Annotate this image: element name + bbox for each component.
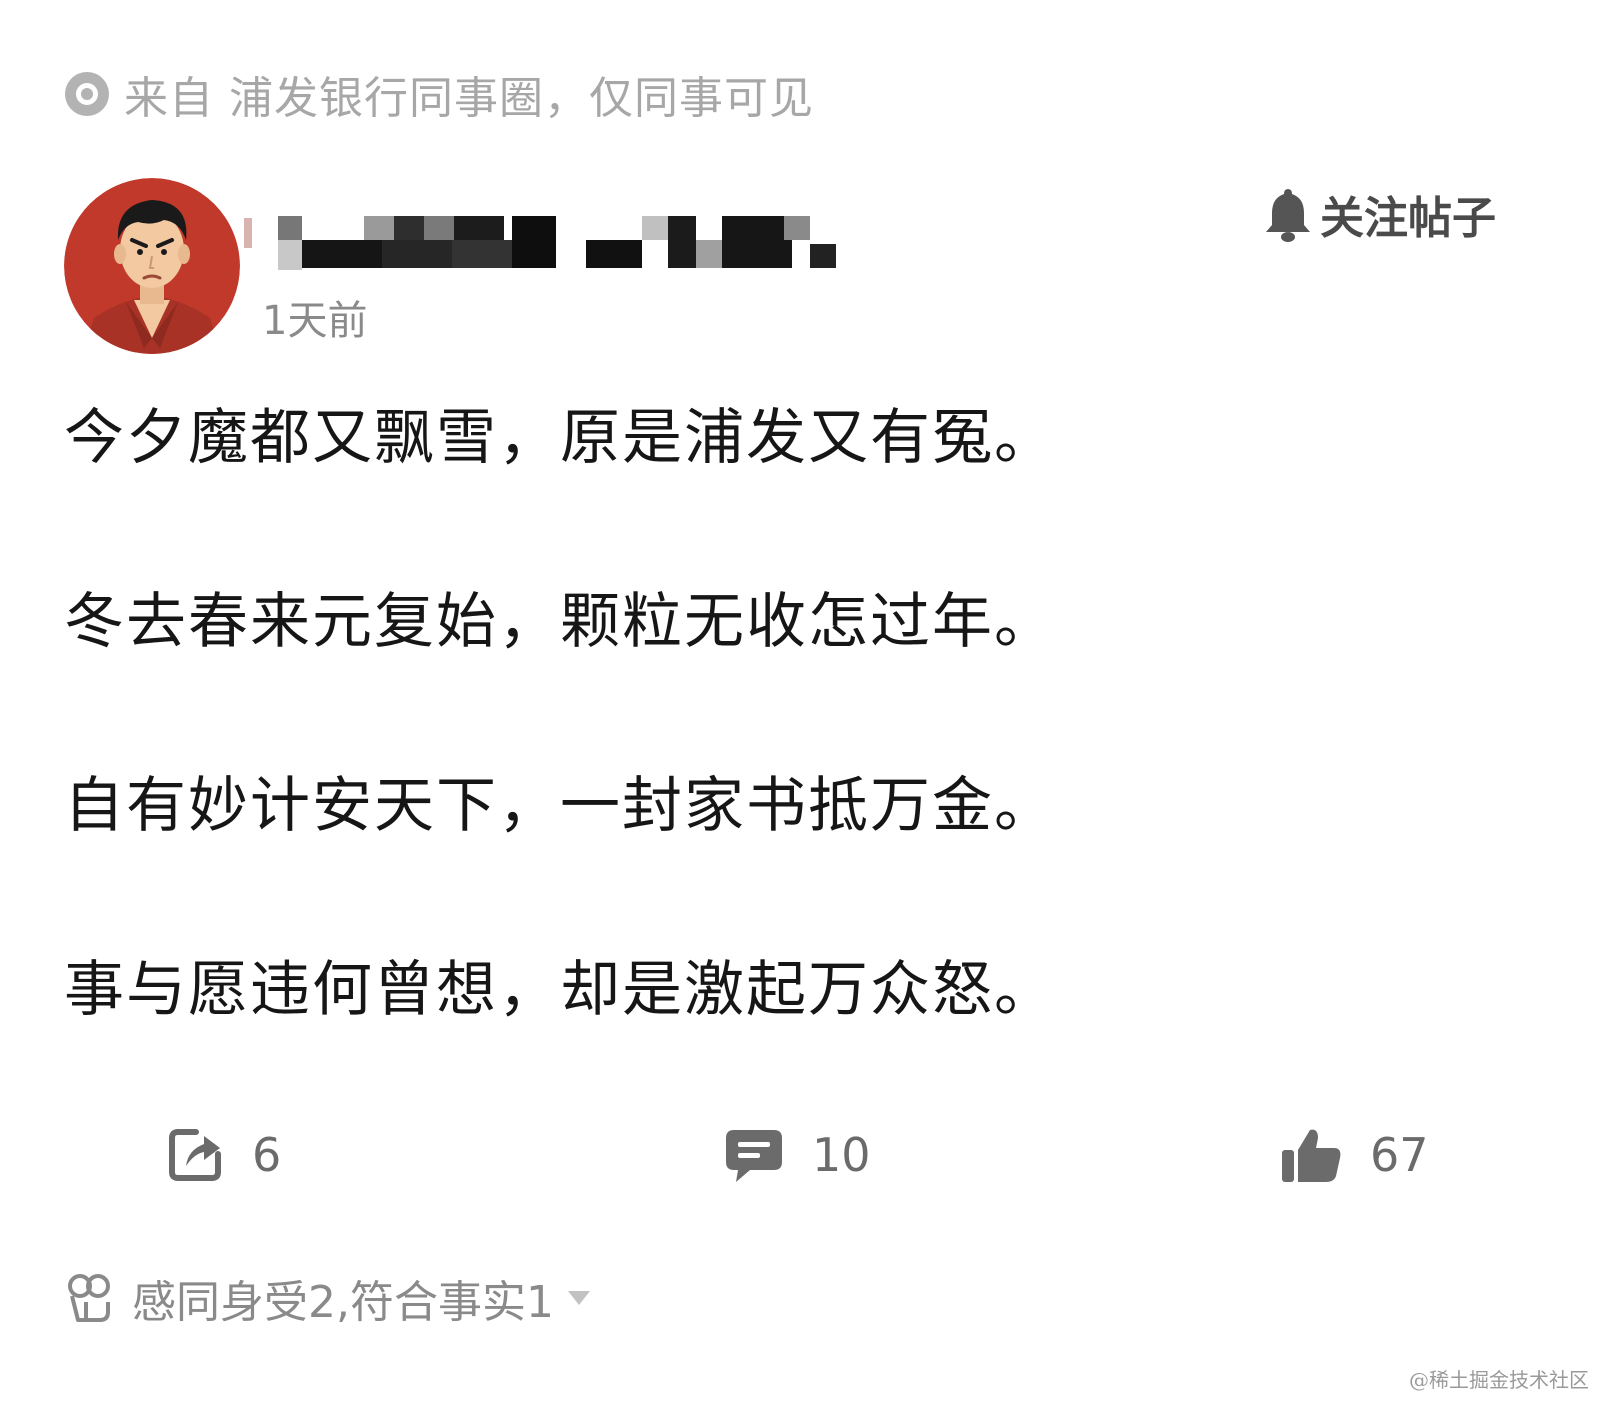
circle-dot-icon bbox=[65, 72, 109, 116]
watermark: @稀土掘金技术社区 bbox=[1409, 1368, 1589, 1392]
poem-line-2: 冬去春来元复始，颗粒无收怎过年。 bbox=[64, 587, 1056, 657]
comment-count: 10 bbox=[812, 1128, 871, 1182]
visibility-source: 来自 浦发银行同事圈，仅同事可见 bbox=[64, 62, 814, 126]
post-time: 1天前 bbox=[262, 298, 368, 344]
post-content: 今夕魔都又飘雪，原是浦发又有冤。 冬去春来元复始，颗粒无收怎过年。 自有妙计安天… bbox=[64, 398, 1264, 1134]
like-count: 67 bbox=[1370, 1128, 1429, 1182]
reactions-summary[interactable]: 感同身受2,符合事实1 bbox=[64, 1266, 592, 1330]
action-bar: 6 10 67 bbox=[0, 1120, 1607, 1200]
follow-post-label: 关注帖子 bbox=[1320, 193, 1496, 244]
thumbs-up-icon bbox=[1282, 1129, 1341, 1182]
comment-icon bbox=[726, 1130, 782, 1182]
share-count: 6 bbox=[252, 1128, 282, 1182]
poem-line-4: 事与愿违何曾想，却是激起万众怒。 bbox=[64, 955, 1056, 1025]
poem-line-3: 自有妙计安天下，一封家书抵万金。 bbox=[64, 771, 1056, 841]
share-icon bbox=[169, 1129, 221, 1181]
reaction-flower-icon bbox=[68, 1274, 110, 1322]
like-button[interactable]: 67 bbox=[1280, 1126, 1429, 1184]
author-name-masked bbox=[244, 216, 836, 270]
reactions-text: 感同身受2,符合事实1 bbox=[132, 1277, 554, 1328]
avatar[interactable] bbox=[64, 178, 240, 354]
bell-icon bbox=[1266, 189, 1310, 242]
share-button[interactable]: 6 bbox=[166, 1126, 281, 1184]
avatar-image bbox=[64, 178, 240, 354]
comment-button[interactable]: 10 bbox=[724, 1126, 871, 1184]
chevron-down-icon bbox=[567, 1291, 590, 1305]
poem-line-1: 今夕魔都又飘雪，原是浦发又有冤。 bbox=[64, 403, 1056, 473]
source-text: 来自 浦发银行同事圈，仅同事可见 bbox=[124, 73, 814, 124]
follow-post-button[interactable]: 关注帖子 bbox=[1262, 182, 1496, 246]
